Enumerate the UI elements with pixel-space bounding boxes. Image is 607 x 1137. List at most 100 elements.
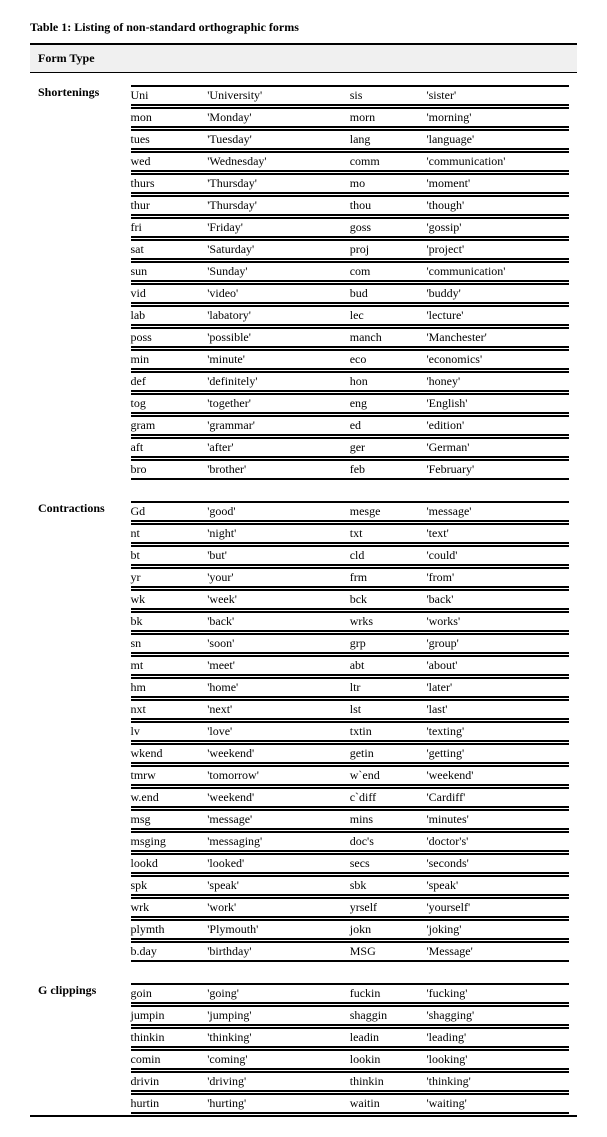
data-cell: thur'Thursday'thou'though' bbox=[123, 195, 578, 217]
form-meaning: 'project' bbox=[426, 240, 569, 259]
table-row: vid'video'bud'buddy' bbox=[30, 283, 577, 305]
form-meaning: 'night' bbox=[207, 524, 350, 543]
data-cell: b.day'birthday'MSG'Message' bbox=[123, 941, 578, 963]
form-meaning: 'back' bbox=[426, 590, 569, 609]
form-type-cell bbox=[30, 875, 123, 897]
form-type-cell bbox=[30, 239, 123, 261]
form-meaning: 'Sunday' bbox=[207, 262, 350, 281]
form-abbr: abt bbox=[350, 656, 427, 675]
form-meaning: 'doctor's' bbox=[426, 832, 569, 851]
form-meaning: 'February' bbox=[426, 460, 569, 479]
form-meaning: 'communication' bbox=[426, 152, 569, 171]
data-cell: Uni'University'sis'sister' bbox=[123, 73, 578, 108]
table-row: poss'possible'manch'Manchester' bbox=[30, 327, 577, 349]
form-abbr: wkend bbox=[131, 744, 208, 763]
form-type-cell bbox=[30, 743, 123, 765]
data-cell: sat'Saturday'proj'project' bbox=[123, 239, 578, 261]
form-meaning: 'driving' bbox=[207, 1072, 350, 1091]
form-abbr: msging bbox=[131, 832, 208, 851]
data-cell: msging'messaging'doc's'doctor's' bbox=[123, 831, 578, 853]
form-meaning: 'video' bbox=[207, 284, 350, 303]
table-row: gram'grammar'ed'edition' bbox=[30, 415, 577, 437]
form-meaning: 'could' bbox=[426, 546, 569, 565]
form-abbr: lab bbox=[131, 306, 208, 325]
data-cell: wed'Wednesday'comm'communication' bbox=[123, 151, 578, 173]
form-abbr: MSG bbox=[350, 942, 427, 961]
table-row: bt'but'cld'could' bbox=[30, 545, 577, 567]
table-row: mon'Monday'morn'morning' bbox=[30, 107, 577, 129]
form-abbr: sun bbox=[131, 262, 208, 281]
form-type-cell bbox=[30, 1027, 123, 1049]
form-type-cell bbox=[30, 1093, 123, 1116]
form-type-cell bbox=[30, 415, 123, 437]
form-meaning: 'shagging' bbox=[426, 1006, 569, 1025]
form-meaning: 'morning' bbox=[426, 108, 569, 127]
table-row: nt'night'txt'text' bbox=[30, 523, 577, 545]
data-cell: mt'meet'abt'about' bbox=[123, 655, 578, 677]
form-abbr: doc's bbox=[350, 832, 427, 851]
form-meaning: 'joking' bbox=[426, 920, 569, 939]
form-type-cell bbox=[30, 765, 123, 787]
table-row: hm'home'ltr'later' bbox=[30, 677, 577, 699]
form-type-cell: Shortenings bbox=[30, 73, 123, 108]
table-row: nxt'next'lst'last' bbox=[30, 699, 577, 721]
form-meaning: 'jumping' bbox=[207, 1006, 350, 1025]
table-row: aft'after'ger'German' bbox=[30, 437, 577, 459]
form-abbr: proj bbox=[350, 240, 427, 259]
form-abbr: ltr bbox=[350, 678, 427, 697]
table-row: spk'speak'sbk'speak' bbox=[30, 875, 577, 897]
form-meaning: 'weekend' bbox=[207, 788, 350, 807]
form-meaning: 'week' bbox=[207, 590, 350, 609]
form-meaning: 'brother' bbox=[207, 460, 350, 479]
data-cell: wkend'weekend'getin'getting' bbox=[123, 743, 578, 765]
form-meaning: 'though' bbox=[426, 196, 569, 215]
form-abbr: wrk bbox=[131, 898, 208, 917]
form-meaning: 'minutes' bbox=[426, 810, 569, 829]
form-meaning: 'speak' bbox=[207, 876, 350, 895]
data-cell: thinkin'thinking'leadin'leading' bbox=[123, 1027, 578, 1049]
form-meaning: 'Thursday' bbox=[207, 174, 350, 193]
form-meaning: 'together' bbox=[207, 394, 350, 413]
form-type-cell bbox=[30, 677, 123, 699]
form-abbr: manch bbox=[350, 328, 427, 347]
form-meaning: 'birthday' bbox=[207, 942, 350, 961]
data-cell: drivin'driving'thinkin'thinking' bbox=[123, 1071, 578, 1093]
form-meaning: 'lecture' bbox=[426, 306, 569, 325]
form-meaning: 'later' bbox=[426, 678, 569, 697]
form-meaning: 'Plymouth' bbox=[207, 920, 350, 939]
form-meaning: 'after' bbox=[207, 438, 350, 457]
form-meaning: 'meet' bbox=[207, 656, 350, 675]
form-meaning: 'thinking' bbox=[207, 1028, 350, 1047]
form-abbr: com bbox=[350, 262, 427, 281]
form-meaning: 'thinking' bbox=[426, 1072, 569, 1091]
form-abbr: aft bbox=[131, 438, 208, 457]
form-meaning: 'minute' bbox=[207, 350, 350, 369]
section-separator bbox=[30, 963, 577, 971]
data-cell: sun'Sunday'com'communication' bbox=[123, 261, 578, 283]
form-abbr: poss bbox=[131, 328, 208, 347]
form-meaning: 'Friday' bbox=[207, 218, 350, 237]
form-type-cell bbox=[30, 1071, 123, 1093]
form-abbr: thou bbox=[350, 196, 427, 215]
table-row: tues'Tuesday'lang'language' bbox=[30, 129, 577, 151]
data-cell: tmrw'tomorrow'w`end'weekend' bbox=[123, 765, 578, 787]
form-abbr: leadin bbox=[350, 1028, 427, 1047]
form-abbr: tmrw bbox=[131, 766, 208, 785]
form-type-cell bbox=[30, 327, 123, 349]
form-abbr: spk bbox=[131, 876, 208, 895]
form-meaning: 'looked' bbox=[207, 854, 350, 873]
form-meaning: 'waiting' bbox=[426, 1094, 569, 1113]
data-cell: lv'love'txtin'texting' bbox=[123, 721, 578, 743]
form-meaning: 'honey' bbox=[426, 372, 569, 391]
data-cell: fri'Friday'goss'gossip' bbox=[123, 217, 578, 239]
form-meaning: 'labatory' bbox=[207, 306, 350, 325]
form-abbr: Uni bbox=[131, 86, 208, 105]
form-meaning: 'love' bbox=[207, 722, 350, 741]
data-cell: vid'video'bud'buddy' bbox=[123, 283, 578, 305]
data-cell: lab'labatory'lec'lecture' bbox=[123, 305, 578, 327]
table-row: ShorteningsUni'University'sis'sister' bbox=[30, 73, 577, 108]
table-row: comin'coming'lookin'looking' bbox=[30, 1049, 577, 1071]
form-meaning: 'German' bbox=[426, 438, 569, 457]
form-type-cell bbox=[30, 261, 123, 283]
form-meaning: 'next' bbox=[207, 700, 350, 719]
